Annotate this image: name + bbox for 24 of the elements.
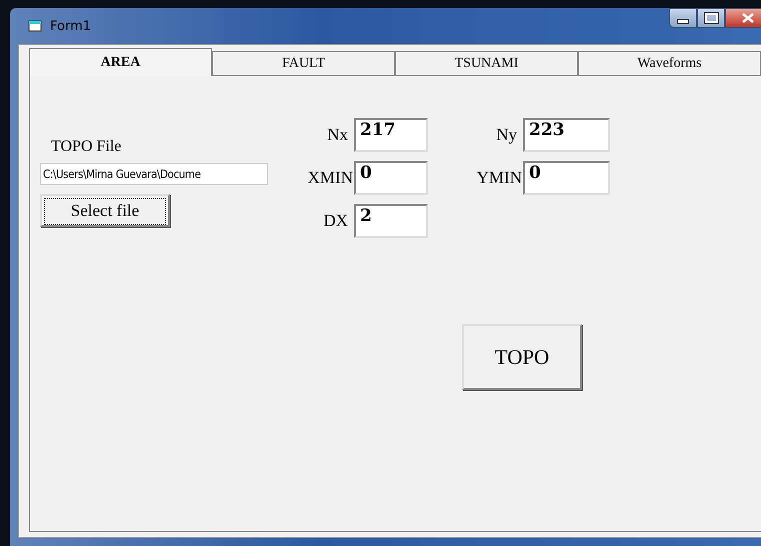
number-field[interactable]: 0	[523, 161, 610, 195]
field-label: Ny	[496, 125, 517, 145]
field-label: YMIN	[476, 168, 522, 188]
maximize-button[interactable]	[697, 8, 725, 28]
field-label: XMIN	[308, 168, 353, 188]
topo-button[interactable]: TOPO	[462, 324, 582, 390]
field-label: Nx	[327, 125, 348, 145]
topo-file-label: TOPO File	[51, 138, 122, 156]
close-icon	[742, 13, 754, 23]
field-label: DX	[323, 211, 348, 231]
file-path-field[interactable]: C:\Users\Mirna Guevara\Docume	[40, 163, 268, 185]
tab[interactable]: TSUNAMI	[395, 51, 578, 76]
close-button[interactable]	[725, 8, 761, 28]
tab[interactable]: Waveforms	[578, 51, 761, 76]
tab[interactable]: FAULT	[212, 51, 395, 76]
number-field[interactable]: 223	[523, 118, 610, 152]
minimize-button[interactable]	[669, 8, 697, 28]
window-title: Form1	[50, 18, 92, 34]
number-field[interactable]: 0	[354, 161, 428, 195]
select-file-button[interactable]: Select file	[40, 194, 170, 227]
window-icon	[28, 19, 44, 33]
number-field[interactable]: 217	[354, 118, 428, 152]
number-field[interactable]: 2	[354, 204, 428, 238]
tab[interactable]: AREA	[29, 48, 212, 76]
